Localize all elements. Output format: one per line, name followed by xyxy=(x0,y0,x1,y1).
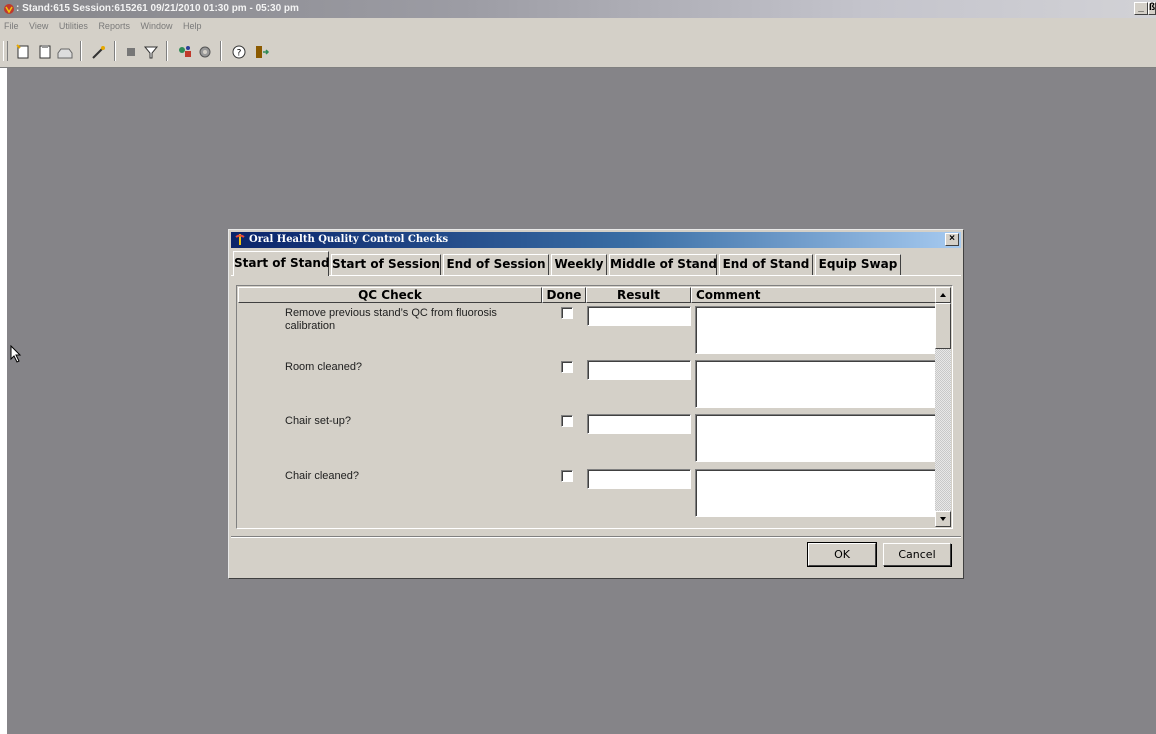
result-input[interactable] xyxy=(587,306,691,326)
dialog-logo-icon xyxy=(235,234,245,245)
table-row: Remove previous stand’s QC from fluorosi… xyxy=(237,305,939,359)
menu-bar: File View Utilities Reports Window Help xyxy=(0,18,1156,35)
scrollbar-thumb[interactable] xyxy=(935,303,951,349)
exit-door-icon[interactable] xyxy=(252,43,270,61)
toolbar-separator xyxy=(114,41,116,61)
toolbar-separator xyxy=(220,41,222,61)
stop-icon[interactable] xyxy=(122,43,140,61)
filter-icon[interactable] xyxy=(142,43,160,61)
column-header-done[interactable]: Done xyxy=(542,287,586,303)
footer-divider xyxy=(231,536,961,538)
dialog-title-bar[interactable]: Oral Health Quality Control Checks × xyxy=(231,232,961,248)
done-checkbox[interactable] xyxy=(561,415,573,427)
toolbar-separator xyxy=(80,41,82,61)
toolbar: ? xyxy=(0,35,1156,68)
main-application-window: : Stand:615 Session:615261 09/21/2010 01… xyxy=(0,0,1156,734)
table-row: Room cleaned? xyxy=(237,359,939,413)
cancel-button[interactable]: Cancel xyxy=(883,543,951,566)
tab-equip-swap[interactable]: Equip Swap xyxy=(815,254,901,275)
scroll-up-button[interactable] xyxy=(935,287,951,303)
ok-button[interactable]: OK xyxy=(807,542,877,567)
dialog-title: Oral Health Quality Control Checks xyxy=(249,234,449,245)
wand-icon[interactable] xyxy=(90,43,108,61)
qc-check-label: Chair cleaned? xyxy=(285,470,359,482)
svg-text:?: ? xyxy=(237,49,242,59)
result-input[interactable] xyxy=(587,414,691,434)
tab-panel: QC Check Done Result Comment Remove prev… xyxy=(231,275,961,538)
help-icon[interactable]: ? xyxy=(230,43,248,61)
arrow-down-icon xyxy=(940,517,946,521)
minimize-button[interactable]: _ xyxy=(1134,2,1148,15)
result-input[interactable] xyxy=(587,469,691,489)
qc-checks-grid: QC Check Done Result Comment Remove prev… xyxy=(236,285,953,529)
mouse-cursor-icon xyxy=(10,345,22,363)
result-input[interactable] xyxy=(587,360,691,380)
qc-checks-dialog: Oral Health Quality Control Checks × Sta… xyxy=(228,229,964,579)
app-logo-icon xyxy=(4,4,14,14)
table-row: Chair cleaned? xyxy=(237,468,939,522)
qc-check-label: Chair set-up? xyxy=(285,415,352,427)
clipboard-icon[interactable] xyxy=(36,43,54,61)
toolbar-grip[interactable] xyxy=(3,41,8,61)
inbox-icon[interactable] xyxy=(56,43,74,61)
menu-utilities[interactable]: Utilities xyxy=(59,21,88,31)
tab-start-of-stand[interactable]: Start of Stand xyxy=(233,251,330,276)
done-checkbox[interactable] xyxy=(561,307,573,319)
tab-middle-of-stand[interactable]: Middle of Stand xyxy=(609,254,717,275)
close-button[interactable]: × xyxy=(945,233,959,246)
menu-window[interactable]: Window xyxy=(140,21,172,31)
comment-textarea[interactable] xyxy=(695,414,939,462)
toolbar-separator xyxy=(166,41,168,61)
tab-end-of-session[interactable]: End of Session xyxy=(443,254,549,275)
qc-check-label: Room cleaned? xyxy=(285,361,363,373)
column-header-result[interactable]: Result xyxy=(586,287,691,303)
table-row: Chair set-up? xyxy=(237,413,939,467)
app-title: : Stand:615 Session:615261 09/21/2010 01… xyxy=(16,3,299,14)
arrow-up-icon xyxy=(940,293,946,297)
restore-button[interactable]: ß xyxy=(1148,2,1156,15)
gear-icon[interactable] xyxy=(196,43,214,61)
window-border xyxy=(0,68,7,734)
qc-check-label: Remove previous stand’s QC from fluorosi… xyxy=(285,307,497,332)
column-header-comment[interactable]: Comment xyxy=(691,287,936,303)
tab-start-of-session[interactable]: Start of Session xyxy=(331,254,441,275)
comment-textarea[interactable] xyxy=(695,306,939,354)
tab-strip: Start of Stand Start of Session End of S… xyxy=(231,250,961,276)
tab-weekly[interactable]: Weekly xyxy=(551,254,607,275)
done-checkbox[interactable] xyxy=(561,470,573,482)
app-title-bar[interactable]: : Stand:615 Session:615261 09/21/2010 01… xyxy=(0,0,1156,18)
new-document-icon[interactable] xyxy=(14,43,32,61)
comment-textarea[interactable] xyxy=(695,360,939,408)
scroll-down-button[interactable] xyxy=(935,511,951,527)
menu-help[interactable]: Help xyxy=(183,21,202,31)
done-checkbox[interactable] xyxy=(561,361,573,373)
column-header-qc-check[interactable]: QC Check xyxy=(238,287,542,303)
menu-file[interactable]: File xyxy=(4,21,19,31)
comment-textarea[interactable] xyxy=(695,469,939,517)
menu-view[interactable]: View xyxy=(29,21,48,31)
tab-end-of-stand[interactable]: End of Stand xyxy=(719,254,813,275)
vertical-scrollbar[interactable] xyxy=(935,287,951,527)
menu-reports[interactable]: Reports xyxy=(98,21,130,31)
tools-icon[interactable] xyxy=(176,43,194,61)
